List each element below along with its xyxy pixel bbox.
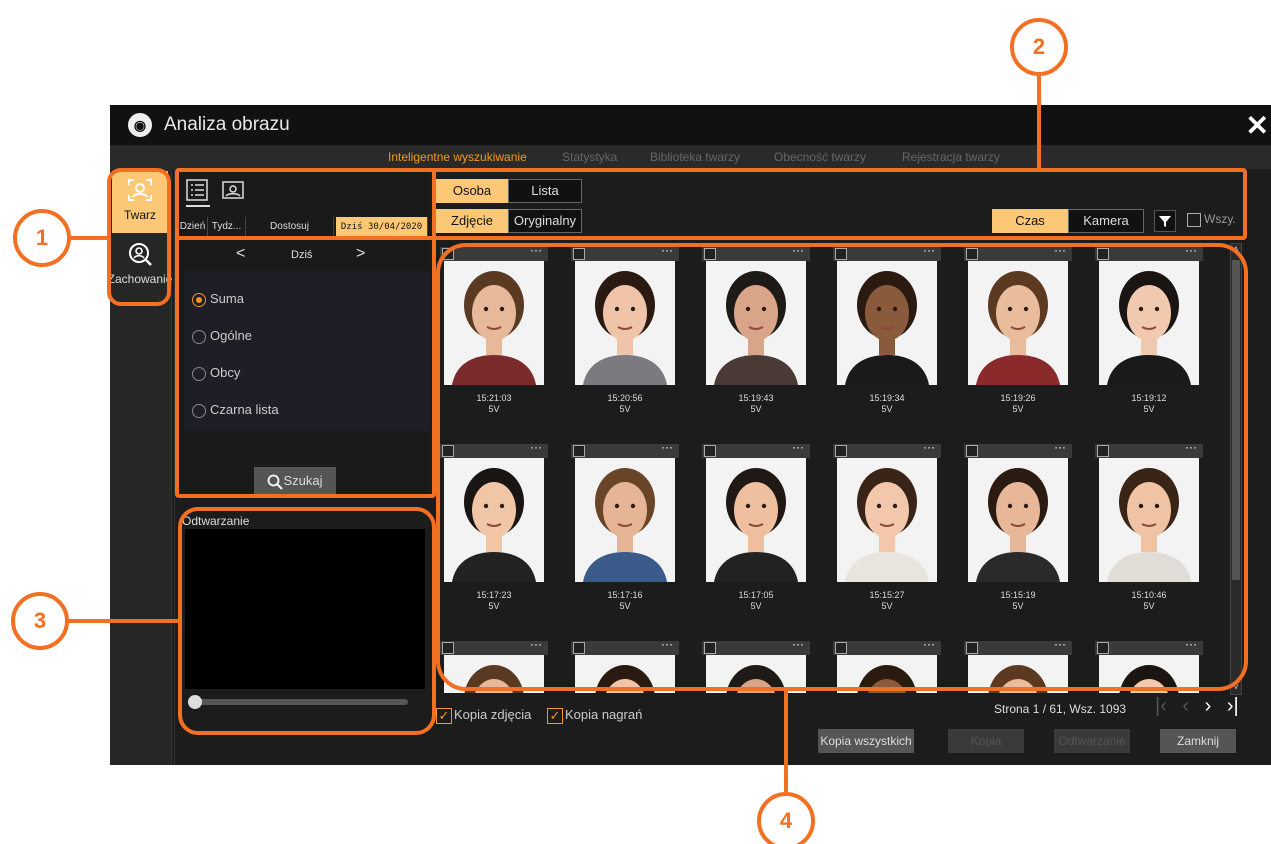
last-page-icon[interactable]: ›| [1227,695,1239,717]
copy-button[interactable]: Kopia [948,729,1024,753]
copy-options: ✓ Kopia zdjęcia ✓ Kopia nagrań [436,707,642,724]
window-title: Analiza obrazu [164,114,290,135]
prev-page-icon[interactable]: ‹ [1182,695,1189,717]
annotation-box-1 [107,168,171,306]
tab-face-registration[interactable]: Rejestracja twarzy [902,150,1000,164]
copy-all-button[interactable]: Kopia wszystkich [818,729,914,753]
tab-face-presence[interactable]: Obecność twarzy [774,150,866,164]
annotation-arrow-3 [69,619,178,623]
annotation-arrow-1 [71,236,107,240]
first-page-icon[interactable]: |‹ [1155,695,1167,717]
close-icon[interactable]: ✕ [1246,109,1269,142]
pagination-info: Strona 1 / 61, Wsz. 1093 [994,702,1127,716]
copy-recordings-option[interactable]: ✓ Kopia nagrań [546,707,643,724]
pagination-nav: |‹ ‹ › ›| [1155,695,1249,718]
annotation-arrow-2 [1037,76,1041,168]
annotation-box-3 [178,507,436,735]
annotation-box-4 [436,243,1248,691]
next-page-icon[interactable]: › [1205,695,1212,717]
checkbox-checked-icon: ✓ [546,707,563,724]
tab-face-library[interactable]: Biblioteka twarzy [650,150,740,164]
app-logo-icon: ◉ [128,113,152,137]
annotation-box-2b [175,168,436,498]
annotation-number-2: 2 [1010,18,1068,76]
copy-photo-option[interactable]: ✓ Kopia zdjęcia [436,707,532,724]
checkbox-checked-icon: ✓ [436,707,452,724]
copy-recordings-label: Kopia nagrań [564,707,643,722]
top-tabs: Inteligentne wyszukiwanie Statystyka Bib… [110,145,1271,169]
annotation-number-1: 1 [13,209,71,267]
title-bar: ◉ Analiza obrazu ✕ [110,105,1271,145]
annotation-number-4: 4 [757,792,815,844]
tab-statistics[interactable]: Statystyka [562,150,617,164]
annotation-arrow-4 [784,691,788,792]
close-button[interactable]: Zamknij [1160,729,1236,753]
tab-smart-search[interactable]: Inteligentne wyszukiwanie [388,150,527,164]
copy-photo-label: Kopia zdjęcia [454,707,532,722]
playback-button[interactable]: Odtwarzanie [1054,729,1130,753]
annotation-number-3: 3 [11,592,69,650]
